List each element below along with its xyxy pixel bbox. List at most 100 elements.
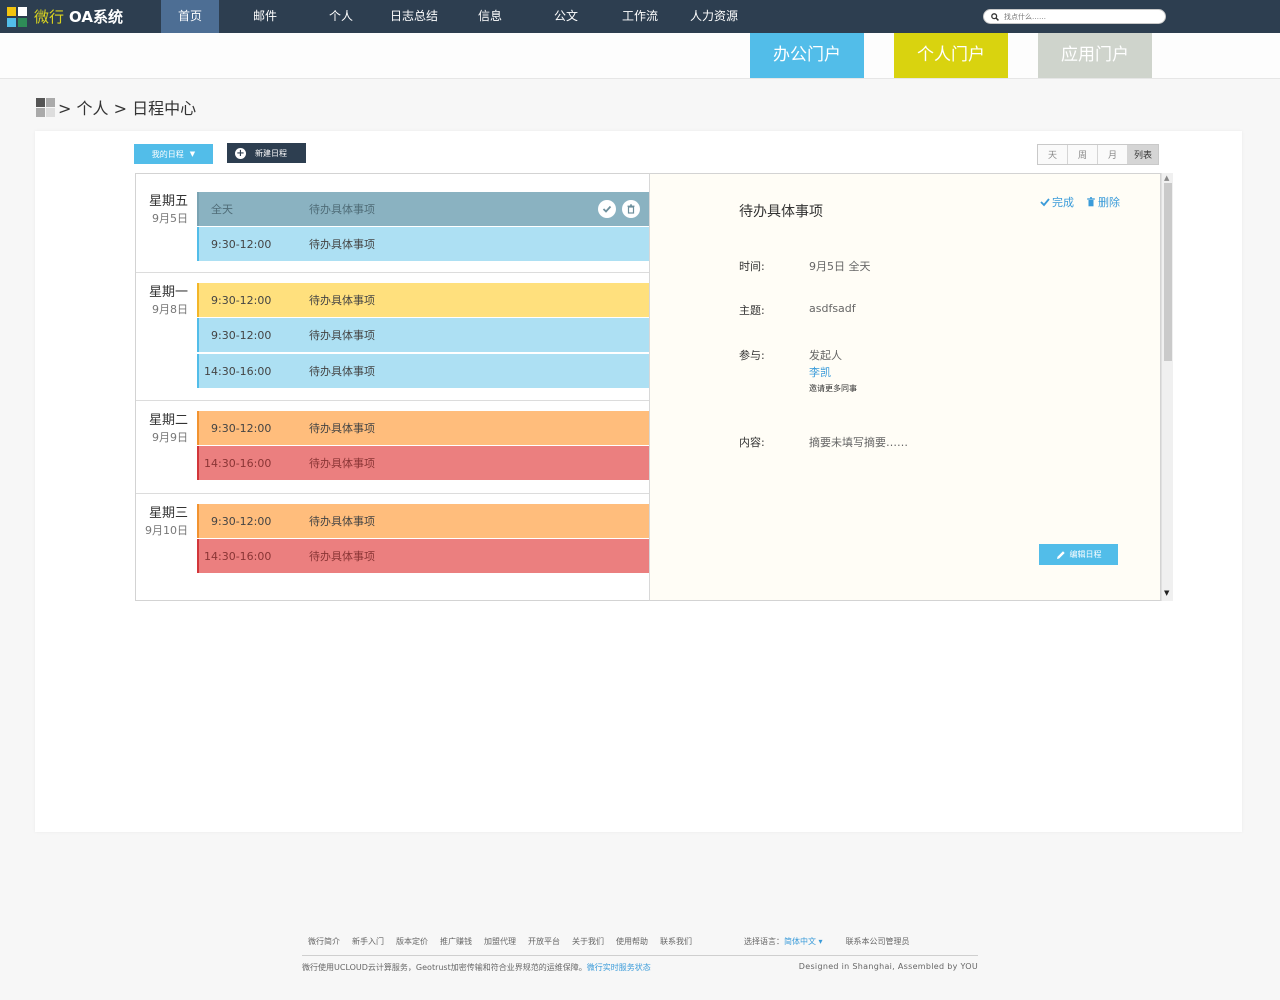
scroll-down-arrow-icon[interactable]: ▼	[1164, 589, 1169, 597]
tab-list[interactable]: 列表	[1128, 145, 1158, 164]
check-icon	[1040, 198, 1050, 207]
event-item[interactable]: 14:30-16:00 待办具体事项	[197, 446, 649, 480]
nav-log-summary[interactable]: 日志总结	[371, 0, 457, 33]
trash-icon[interactable]	[622, 200, 640, 218]
event-time: 9:30-12:00	[211, 237, 272, 251]
day-date: 9月5日	[152, 212, 188, 225]
tab-month[interactable]: 月	[1098, 145, 1128, 164]
detail-title: 待办具体事项	[739, 204, 823, 220]
nav-mail[interactable]: 邮件	[219, 0, 311, 33]
nav-messages[interactable]: 信息	[457, 0, 523, 33]
complete-label: 完成	[1052, 196, 1074, 209]
tab-week[interactable]: 周	[1068, 145, 1098, 164]
brand-main: OA系统	[69, 8, 123, 26]
footer-credit: Designed in Shanghai, Assembled by YOU	[798, 962, 978, 971]
day-header: 星期一 9月8日	[136, 281, 188, 317]
day-header: 星期二 9月9日	[136, 409, 188, 445]
grid-icon	[36, 97, 55, 117]
check-icon[interactable]	[598, 200, 616, 218]
my-schedule-label: 我的日程	[151, 149, 184, 159]
event-item[interactable]: 9:30-12:00 待办具体事项	[197, 318, 649, 352]
nav-hr[interactable]: 人力资源	[671, 0, 757, 33]
event-time: 全天	[211, 203, 233, 216]
footer-link[interactable]: 推广赚钱	[440, 936, 472, 947]
nav-home[interactable]: 首页	[161, 0, 219, 33]
footer-divider	[302, 955, 978, 956]
time-label: 时间:	[739, 260, 765, 273]
event-detail-panel: 待办具体事项 完成 删除 时间: 9月5日 全天 主题: asdfsadf 参与…	[649, 173, 1161, 601]
event-item[interactable]: 14:30-16:00 待办具体事项	[197, 354, 649, 388]
day-name: 星期五	[148, 194, 188, 209]
event-item-selected[interactable]: 全天 待办具体事项	[197, 192, 649, 226]
footer-link[interactable]: 版本定价	[396, 936, 428, 947]
nav-documents[interactable]: 公文	[523, 0, 609, 33]
event-time: 14:30-16:00	[204, 456, 272, 470]
footer-link[interactable]: 开放平台	[528, 936, 560, 947]
language-select[interactable]: 简体中文 ▾	[784, 936, 823, 947]
contact-admin-link[interactable]: 联系本公司管理员	[846, 936, 910, 947]
tab-day[interactable]: 天	[1038, 145, 1068, 164]
portal-band: 办公门户 个人门户 应用门户	[0, 33, 1280, 79]
event-time: 9:30-12:00	[211, 293, 272, 307]
event-title: 待办具体事项	[309, 203, 375, 216]
footer-link[interactable]: 使用帮助	[616, 936, 648, 947]
search-box[interactable]	[983, 9, 1166, 24]
scroll-thumb[interactable]	[1164, 183, 1172, 361]
chevron-down-icon: ▼	[189, 150, 196, 158]
event-time: 9:30-12:00	[211, 514, 272, 528]
my-schedule-dropdown[interactable]: 我的日程 ▼	[134, 144, 213, 164]
breadcrumb-text: > 个人 > 日程中心	[58, 99, 197, 118]
event-time: 14:30-16:00	[204, 549, 272, 563]
event-item[interactable]: 9:30-12:00 待办具体事项	[197, 283, 649, 317]
event-title: 待办具体事项	[309, 422, 375, 435]
edit-schedule-button[interactable]: 编辑日程	[1039, 544, 1118, 565]
footer-link[interactable]: 联系我们	[660, 936, 692, 947]
content-label: 内容:	[739, 436, 765, 449]
day-date: 9月10日	[145, 524, 188, 537]
new-schedule-label: 新建日程	[255, 148, 287, 158]
schedule-list: 星期五 9月5日 全天 待办具体事项 9:30-12:00 待办具体事项 星期一…	[135, 173, 649, 601]
scrollbar[interactable]: ▲ ▼	[1161, 173, 1173, 601]
event-time: 9:30-12:00	[211, 421, 272, 435]
footer-link[interactable]: 关于我们	[572, 936, 604, 947]
event-item[interactable]: 9:30-12:00 待办具体事项	[197, 504, 649, 538]
day-header: 星期三 9月10日	[136, 502, 188, 538]
nav-personal[interactable]: 个人	[311, 0, 371, 33]
participants-label: 参与:	[739, 349, 765, 362]
event-title: 待办具体事项	[309, 238, 375, 251]
footer-link[interactable]: 微行简介	[308, 936, 340, 947]
service-status-link[interactable]: 微行实时服务状态	[587, 963, 651, 972]
event-title: 待办具体事项	[309, 294, 375, 307]
footer: 微行简介 新手入门 版本定价 推广赚钱 加盟代理 开放平台 关于我们 使用帮助 …	[302, 934, 978, 973]
new-schedule-button[interactable]: + 新建日程	[227, 143, 306, 163]
participant-link[interactable]: 李凯	[809, 364, 831, 380]
content-value: 摘要未填写摘要……	[809, 436, 908, 449]
invite-link[interactable]: 邀请更多同事	[809, 383, 857, 394]
plus-icon: +	[235, 147, 246, 159]
day-name: 星期一	[148, 285, 188, 300]
top-nav-bar: 微行 OA系统 首页 邮件 个人 日志总结 信息 公文 工作流 人力资源	[0, 0, 1280, 33]
delete-button[interactable]: 删除	[1086, 194, 1120, 210]
event-title: 待办具体事项	[309, 457, 375, 470]
subject-value: asdfsadf	[809, 302, 856, 315]
trash-icon	[1087, 197, 1095, 207]
scroll-up-arrow-icon[interactable]: ▲	[1164, 174, 1169, 182]
event-title: 待办具体事项	[309, 329, 375, 342]
portal-personal[interactable]: 个人门户	[894, 33, 1008, 78]
search-input[interactable]	[1004, 12, 1154, 21]
complete-button[interactable]: 完成	[1040, 194, 1074, 210]
footer-link[interactable]: 加盟代理	[484, 936, 516, 947]
event-item[interactable]: 9:30-12:00 待办具体事项	[197, 227, 649, 261]
schedule-card: 我的日程 ▼ + 新建日程 天 周 月 列表 星期五 9月5日 全天 待办具体事…	[35, 131, 1242, 832]
portal-office[interactable]: 办公门户	[750, 33, 864, 78]
subject-label: 主题:	[739, 304, 765, 317]
app-logo[interactable]: 微行 OA系统	[7, 7, 123, 27]
event-item[interactable]: 9:30-12:00 待办具体事项	[197, 411, 649, 445]
edit-schedule-label: 编辑日程	[1069, 550, 1102, 559]
footer-link[interactable]: 新手入门	[352, 936, 384, 947]
nav-workflow[interactable]: 工作流	[609, 0, 671, 33]
portal-apps[interactable]: 应用门户	[1038, 33, 1152, 78]
event-item[interactable]: 14:30-16:00 待办具体事项	[197, 539, 649, 573]
time-value: 9月5日 全天	[809, 260, 871, 273]
brand-accent: 微行	[34, 8, 65, 26]
